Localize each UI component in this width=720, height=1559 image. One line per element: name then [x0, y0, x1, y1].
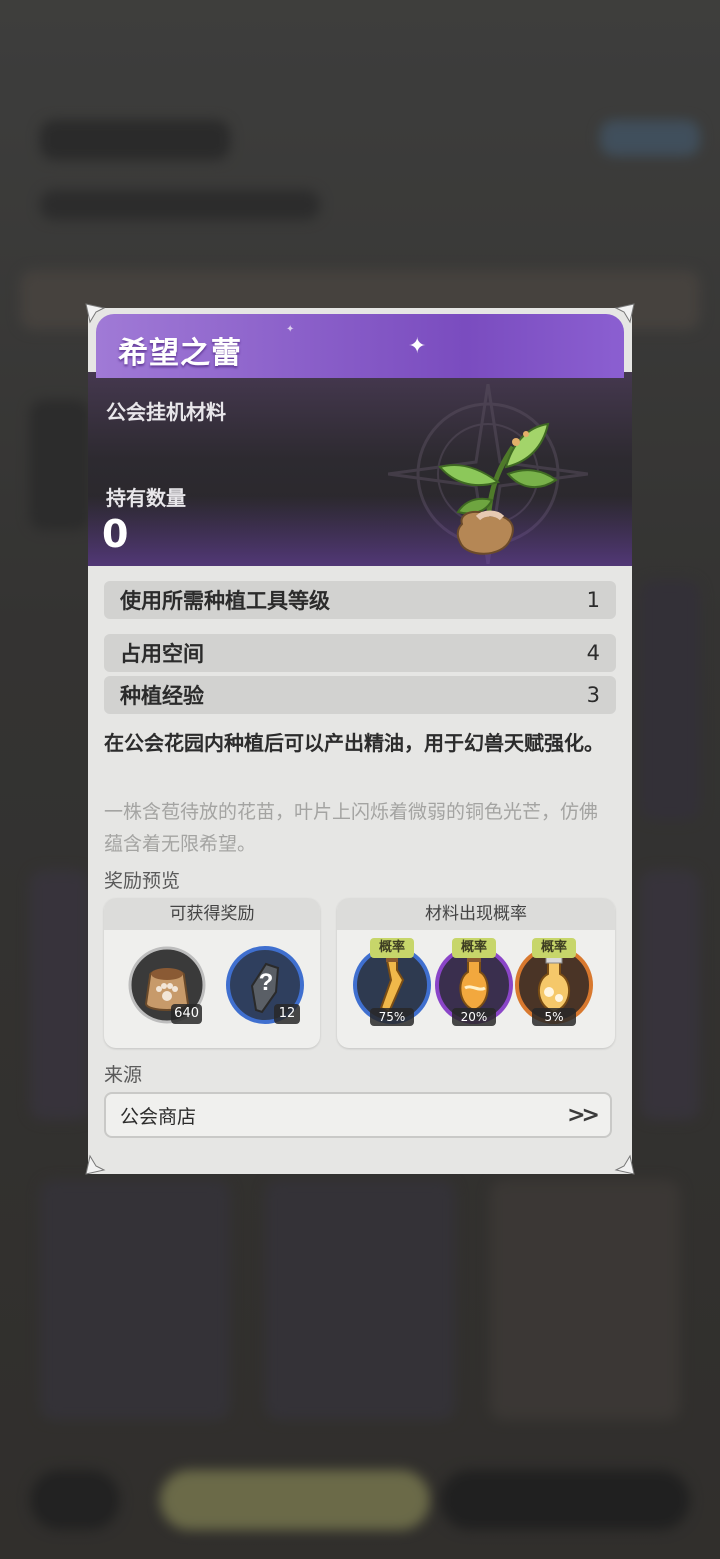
reward-preview-label: 奖励预览: [104, 870, 181, 892]
panel-title: 材料出现概率: [337, 898, 615, 930]
rate-tag: 概率: [452, 938, 496, 958]
reward-slot-pet-food[interactable]: 640: [128, 946, 206, 1024]
flavor-text: 一株含苞待放的花苗，叶片上闪烁着微弱的铜色光芒，仿佛蕴含着无限希望。: [104, 801, 599, 855]
source-label: 来源: [104, 1064, 143, 1086]
stat-label: 种植经验: [120, 684, 204, 708]
rate-tag: 概率: [532, 938, 576, 958]
stat-value: 3: [586, 683, 600, 707]
hope-bud-sapling-icon: [438, 422, 558, 555]
source-name: 公会商店: [120, 1105, 197, 1128]
stat-value: 4: [586, 641, 600, 665]
corner-ornament-icon: [614, 302, 636, 324]
sparkle-icon: ✦: [286, 324, 295, 335]
item-header: 公会挂机材料 持有数量 0: [88, 372, 632, 566]
rate-value: 75%: [370, 1008, 414, 1026]
reward-count: 12: [274, 1004, 300, 1024]
stat-row-tool-level: 使用所需种植工具等级 1: [104, 581, 616, 619]
stat-label: 使用所需种植工具等级: [120, 589, 330, 613]
corner-ornament-icon: [84, 302, 106, 324]
sparkle-icon: ✦: [408, 334, 427, 359]
item-detail-dialog: 公会挂机材料 持有数量 0 希望之蕾 ✦ ✦ 使用所需种植工具等级 1 占用空间…: [88, 308, 632, 1174]
rate-value: 20%: [452, 1008, 496, 1026]
item-category: 公会挂机材料: [106, 400, 226, 424]
stat-value: 1: [586, 588, 600, 612]
title-bar: 希望之蕾 ✦ ✦: [96, 314, 624, 378]
owned-value: 0: [102, 512, 129, 556]
owned-label: 持有数量: [106, 486, 186, 510]
rate-value: 5%: [532, 1008, 576, 1026]
rate-tag: 概率: [370, 938, 414, 958]
stat-row-space: 占用空间 4: [104, 634, 616, 672]
double-chevron-right-icon: >>: [567, 1102, 600, 1128]
material-slot-orange[interactable]: 概率 5%: [515, 938, 593, 1026]
stat-label: 占用空间: [120, 642, 204, 666]
source-guild-shop-button[interactable]: 公会商店 >>: [104, 1092, 612, 1138]
material-slot-purple[interactable]: 概率 20%: [435, 938, 513, 1026]
corner-ornament-icon: [614, 1154, 636, 1176]
material-slot-blue[interactable]: 概率 75%: [353, 938, 431, 1026]
item-description: 在公会花园内种植后可以产出精油，用于幻兽天赋强化。: [104, 731, 604, 755]
stat-row-exp: 种植经验 3: [104, 676, 616, 714]
panel-title: 可获得奖励: [104, 898, 320, 930]
reward-slot-mystery[interactable]: ? 12: [226, 946, 304, 1024]
item-name: 希望之蕾: [118, 336, 242, 371]
svg-text:?: ?: [259, 969, 274, 996]
reward-count: 640: [171, 1004, 202, 1024]
material-rates-panel: 材料出现概率 概率 75% 概率 20% 概率 5%: [337, 898, 615, 1048]
corner-ornament-icon: [84, 1154, 106, 1176]
obtainable-rewards-panel: 可获得奖励 640 ? 12: [104, 898, 320, 1048]
